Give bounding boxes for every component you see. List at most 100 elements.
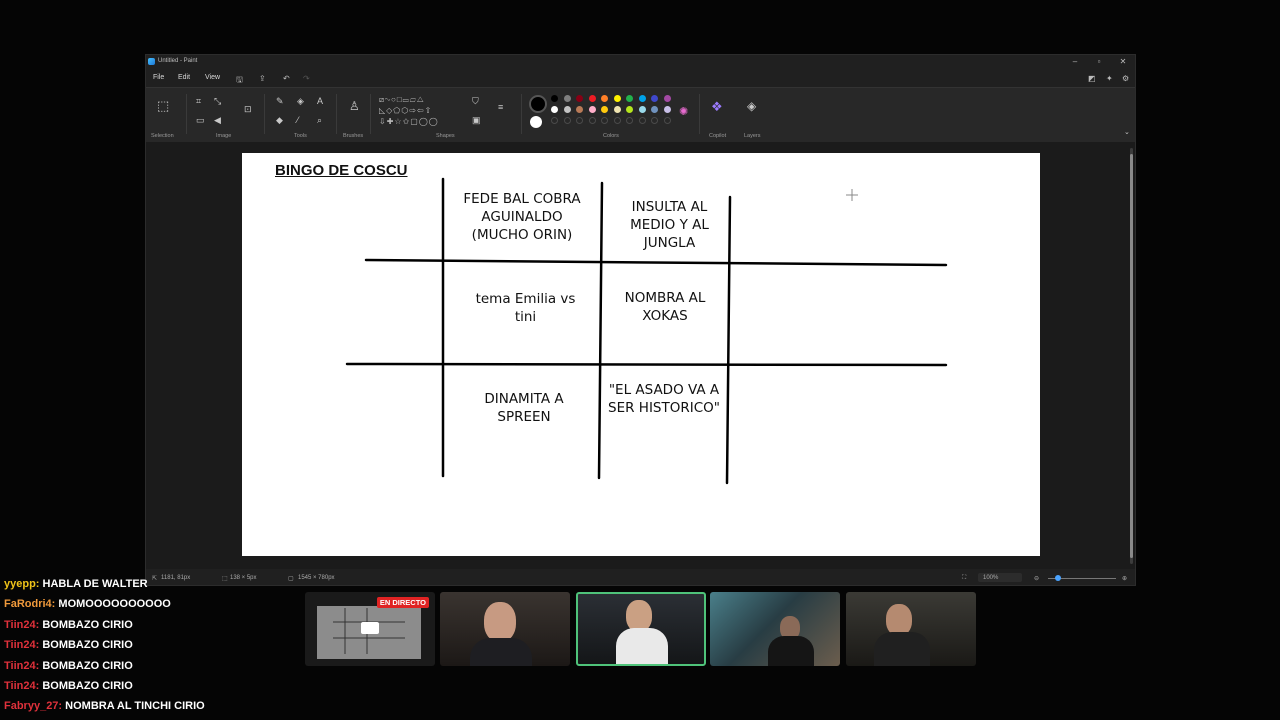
crop-icon[interactable]: ⌗ bbox=[196, 96, 201, 107]
chat-message: Tiin24: BOMBAZO CIRIO bbox=[4, 660, 133, 672]
custom-color-slot[interactable] bbox=[551, 117, 558, 124]
chat-username[interactable]: Tiin24: bbox=[4, 619, 39, 631]
avatar-body bbox=[768, 636, 814, 666]
color-swatch[interactable] bbox=[626, 106, 633, 113]
divider bbox=[336, 94, 337, 134]
outline-icon[interactable]: ⛉ bbox=[472, 96, 479, 107]
title-bar: Untitled - Paint – ▫ ✕ bbox=[146, 55, 1135, 69]
color-swatch[interactable] bbox=[663, 95, 671, 102]
paint-app-icon bbox=[148, 58, 155, 65]
color-swatch[interactable] bbox=[588, 95, 596, 102]
custom-color-slot[interactable] bbox=[613, 117, 621, 124]
custom-color-slot[interactable] bbox=[563, 117, 571, 124]
chat-username[interactable]: Tiin24: bbox=[4, 660, 39, 672]
resize-icon[interactable]: ⤡ bbox=[214, 96, 221, 107]
chat-message: FaRodri4: MOMOOOOOOOOOO bbox=[4, 598, 171, 610]
account-icon[interactable]: ✦ bbox=[1106, 74, 1113, 83]
color-swatch[interactable] bbox=[613, 95, 621, 102]
chat-username[interactable]: FaRodri4: bbox=[4, 598, 55, 610]
text-icon[interactable]: A bbox=[317, 96, 323, 106]
chat-text: HABLA DE WALTER bbox=[39, 578, 148, 590]
share-icon[interactable]: ⇪ bbox=[259, 74, 266, 83]
chat-text: MOMOOOOOOOOOO bbox=[55, 598, 171, 611]
chat-text: NOMBRA AL TINCHI CIRIO bbox=[62, 700, 205, 713]
group-label-copilot: Copilot bbox=[709, 133, 727, 139]
color-swatch[interactable] bbox=[638, 95, 646, 102]
color-swatch[interactable] bbox=[576, 106, 583, 113]
color2-swatch[interactable] bbox=[530, 116, 542, 128]
canvas-workspace: BINGO DE COSCU FEDE BAL COBRA AGUINALDO … bbox=[146, 142, 1135, 569]
color-swatch[interactable] bbox=[576, 95, 583, 102]
shapes-gallery[interactable]: ⧄∿○□▭▱△ ◺◇⬠⬡⇨⇦⇧ ⇩✚☆✩▢◯◯ bbox=[379, 94, 459, 130]
color-swatch[interactable] bbox=[663, 106, 671, 113]
custom-color-slot[interactable] bbox=[663, 117, 671, 124]
custom-color-slot[interactable] bbox=[601, 117, 608, 124]
feedback-icon[interactable]: ◩ bbox=[1088, 74, 1096, 83]
layers-icon[interactable]: ◈ bbox=[747, 99, 756, 113]
color-palette[interactable] bbox=[551, 95, 671, 131]
color-swatch[interactable] bbox=[563, 95, 571, 102]
image-rotate-icon[interactable]: ▭ bbox=[196, 115, 205, 126]
color-swatch[interactable] bbox=[551, 95, 558, 102]
undo-icon[interactable]: ↶ bbox=[283, 74, 290, 83]
pencil-icon[interactable]: ✎ bbox=[276, 96, 284, 107]
magnifier-icon[interactable]: ⌕ bbox=[317, 115, 322, 126]
custom-color-slot[interactable] bbox=[576, 117, 583, 124]
chat-username[interactable]: Tiin24: bbox=[4, 639, 39, 651]
menu-file[interactable]: File bbox=[153, 74, 164, 81]
color-swatch[interactable] bbox=[563, 106, 571, 113]
avatar-body bbox=[874, 632, 930, 666]
custom-color-slot[interactable] bbox=[588, 117, 596, 124]
custom-color-slot[interactable] bbox=[651, 117, 658, 124]
image-select-icon[interactable]: ⊡ bbox=[244, 104, 252, 115]
close-icon[interactable]: ✕ bbox=[1111, 56, 1135, 68]
chat-username[interactable]: Tiin24: bbox=[4, 680, 39, 692]
brush-icon[interactable]: ♙ bbox=[349, 99, 360, 113]
color-swatch[interactable] bbox=[626, 95, 633, 102]
maximize-icon[interactable]: ▫ bbox=[1087, 56, 1111, 68]
settings-icon[interactable]: ⚙ bbox=[1122, 74, 1129, 83]
save-icon[interactable]: 🖫 bbox=[236, 74, 243, 88]
color-swatch[interactable] bbox=[601, 106, 608, 113]
custom-color-slot[interactable] bbox=[626, 117, 633, 124]
pointer-icon: ⇱ bbox=[152, 576, 158, 582]
eraser-icon[interactable]: ◆ bbox=[276, 115, 283, 126]
shape-fill-icon[interactable]: ▣ bbox=[472, 115, 481, 126]
custom-color-slot[interactable] bbox=[638, 117, 646, 124]
group-label-tools: Tools bbox=[294, 133, 307, 139]
menu-edit[interactable]: Edit bbox=[178, 74, 190, 81]
color-swatch[interactable] bbox=[651, 106, 658, 113]
minimize-icon[interactable]: – bbox=[1063, 56, 1087, 68]
color-swatch[interactable] bbox=[638, 106, 646, 113]
size-icon[interactable]: ≡ bbox=[498, 102, 503, 112]
chat-username[interactable]: Fabryy_27: bbox=[4, 700, 62, 712]
cursor-position: 1181, 81px bbox=[161, 575, 191, 581]
color-picker-icon[interactable]: ⁄ bbox=[297, 115, 299, 125]
zoom-dropdown[interactable]: 100% bbox=[978, 573, 1022, 582]
menu-view[interactable]: View bbox=[205, 74, 220, 81]
collapse-ribbon-icon[interactable]: ⌄ bbox=[1124, 128, 1130, 136]
zoom-in-icon[interactable]: ⊕ bbox=[1122, 575, 1127, 582]
color1-swatch[interactable] bbox=[529, 95, 547, 113]
redo-icon[interactable]: ↷ bbox=[303, 74, 310, 83]
color-swatch[interactable] bbox=[651, 95, 658, 102]
color-swatch[interactable] bbox=[588, 106, 596, 113]
flip-icon[interactable]: ◀ bbox=[214, 115, 221, 126]
edit-colors-icon[interactable]: ✺ bbox=[679, 105, 688, 118]
drawing-canvas[interactable]: BINGO DE COSCU FEDE BAL COBRA AGUINALDO … bbox=[242, 153, 1040, 556]
group-label-colors: Colors bbox=[603, 133, 619, 139]
chat-text: BOMBAZO CIRIO bbox=[39, 680, 133, 692]
chat-username[interactable]: yyepp: bbox=[4, 578, 39, 590]
fill-icon[interactable]: ◈ bbox=[297, 96, 304, 107]
zoom-out-icon[interactable]: ⊖ bbox=[1034, 575, 1039, 582]
color-swatch[interactable] bbox=[551, 106, 558, 113]
bingo-cell-r3c1: DINAMITA A SPREEN bbox=[484, 391, 564, 425]
zoom-slider-thumb[interactable] bbox=[1055, 575, 1061, 581]
fit-screen-icon[interactable]: ⛶ bbox=[962, 575, 966, 582]
copilot-icon[interactable]: ❖ bbox=[711, 99, 723, 115]
color-swatch[interactable] bbox=[601, 95, 608, 102]
selection-icon[interactable]: ⬚ bbox=[157, 98, 169, 114]
vertical-scrollbar[interactable] bbox=[1130, 148, 1133, 564]
chat-message: Fabryy_27: NOMBRA AL TINCHI CIRIO bbox=[4, 700, 205, 712]
color-swatch[interactable] bbox=[613, 106, 621, 113]
